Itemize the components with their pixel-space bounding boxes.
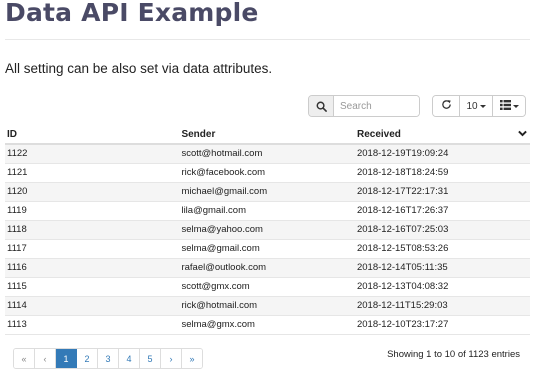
page-button-5[interactable]: 5 (140, 349, 161, 368)
cell-sender: rick@hotmail.com (181, 300, 258, 311)
cell-id: 1118 (7, 224, 27, 235)
search-icon[interactable] (309, 96, 334, 116)
table-body: 1122 scott@hotmail.com 2018-12-19T19:09:24… (5, 144, 530, 334)
table-row[interactable]: 1116 rafael@outlook.com 2018-12-14T05:11:3… (5, 258, 530, 277)
page-button-1[interactable]: 1 (56, 349, 77, 368)
cell-received: 2018-12-16T17:26:37 (356, 205, 449, 216)
search-group (308, 95, 420, 117)
cell-sender: selma@yahoo.com (181, 224, 263, 235)
table-row[interactable]: 1119 lila@gmail.com 2018-12-16T17:26:37 (5, 201, 530, 220)
cell-received: 2018-12-11T15:29:03 (356, 300, 448, 311)
table-header-row: ID Sender Received (5, 125, 530, 144)
cell-id: 1121 (7, 167, 28, 178)
cell-sender: scott@hotmail.com (181, 148, 263, 160)
column-header-received-label: Received (356, 128, 401, 140)
data-table: ID Sender Received 1122 scott@hotmail.com… (5, 125, 530, 335)
cell-received: 2018-12-14T05:11:35 (356, 262, 448, 273)
cell-id: 1117 (7, 243, 27, 254)
refresh-button[interactable] (433, 96, 460, 116)
table-row[interactable]: 1117 selma@gmail.com 2018-12-15T08:53:26 (5, 239, 530, 258)
refresh-icon (441, 99, 452, 113)
first-page-button[interactable]: « (14, 349, 35, 368)
cell-received: 2018-12-19T19:09:24 (356, 148, 449, 160)
columns-dropdown[interactable] (493, 96, 525, 116)
chevron-down-icon[interactable] (518, 129, 527, 140)
page-button-3[interactable]: 3 (98, 349, 119, 368)
next-page-button[interactable]: › (161, 349, 182, 368)
page-button-2[interactable]: 2 (77, 349, 98, 368)
page-title: Data API Example (5, 0, 259, 27)
column-header-received[interactable]: Received (355, 125, 530, 144)
table-row[interactable]: 1120 michael@gmail.com 2018-12-17T22:17:31 (5, 182, 530, 201)
page-size-value: 10 (466, 100, 478, 112)
cell-sender: rafael@outlook.com (181, 262, 267, 273)
cell-sender: rick@facebook.com (181, 167, 266, 178)
columns-icon (499, 99, 511, 113)
cell-id: 1115 (7, 281, 27, 292)
cell-id: 1116 (7, 262, 27, 273)
table-row[interactable]: 1118 selma@yahoo.com 2018-12-16T07:25:03 (5, 220, 530, 239)
cell-sender: scott@gmx.com (181, 281, 250, 292)
table-row[interactable]: 1122 scott@hotmail.com 2018-12-19T19:09:24 (5, 144, 530, 163)
cell-received: 2018-12-10T23:17:27 (356, 319, 449, 330)
pagination-summary: Showing 1 to 10 of 1123 entries (387, 349, 520, 360)
cell-id: 1122 (7, 148, 28, 160)
table-row[interactable]: 1115 scott@gmx.com 2018-12-13T04:08:32 (5, 277, 530, 296)
cell-received: 2018-12-17T22:17:31 (356, 186, 449, 197)
table-row[interactable]: 1114 rick@hotmail.com 2018-12-11T15:29:03 (5, 296, 530, 315)
column-header-sender[interactable]: Sender (179, 125, 355, 144)
cell-received: 2018-12-13T04:08:32 (356, 281, 449, 292)
caret-down-icon (479, 104, 486, 108)
page-button-4[interactable]: 4 (119, 349, 140, 368)
cell-id: 1114 (7, 300, 27, 311)
title-divider (5, 39, 530, 40)
cell-received: 2018-12-16T07:25:03 (356, 224, 449, 235)
last-page-button[interactable]: » (182, 349, 202, 368)
caret-down-icon (512, 104, 519, 108)
page-size-dropdown[interactable]: 10 (460, 96, 493, 116)
page-subtitle: All setting can be also set via data att… (5, 61, 273, 76)
cell-sender: selma@gmx.com (181, 319, 255, 330)
table-row[interactable]: 1113 selma@gmx.com 2018-12-10T23:17:27 (5, 315, 530, 334)
toolbar-button-group: 10 (432, 95, 526, 117)
cell-received: 2018-12-15T08:53:26 (356, 243, 449, 254)
cell-sender: michael@gmail.com (181, 186, 268, 197)
pagination: «‹ 1 2 3 4 5 ›» (13, 348, 203, 369)
cell-sender: lila@gmail.com (181, 205, 247, 216)
cell-received: 2018-12-18T18:24:59 (356, 167, 449, 178)
table-row[interactable]: 1121 rick@facebook.com 2018-12-18T18:24:59 (5, 163, 530, 182)
cell-sender: selma@gmail.com (181, 243, 260, 254)
cell-id: 1119 (7, 205, 27, 216)
prev-page-button[interactable]: ‹ (35, 349, 56, 368)
column-header-id[interactable]: ID (5, 125, 179, 144)
cell-id: 1113 (7, 319, 27, 330)
search-input[interactable] (334, 96, 419, 116)
cell-id: 1120 (7, 186, 28, 197)
